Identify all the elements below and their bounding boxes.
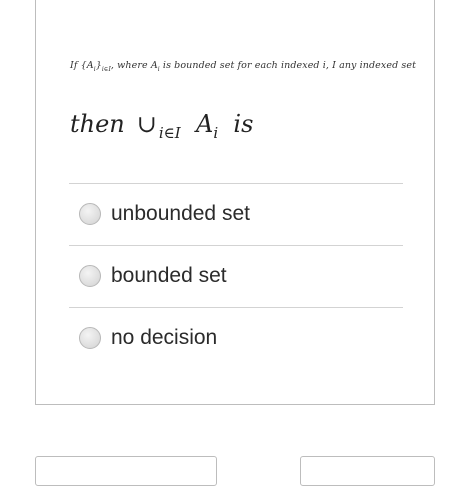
question-text-line1: If {Ai}i∈I, where Ai is bounded set for … [70, 60, 416, 73]
union-subscript: i∈I [158, 123, 181, 142]
q2-set-a-sub: i [213, 123, 219, 142]
question-card: If {Ai}i∈I, where Ai is bounded set for … [35, 0, 435, 405]
radio-button[interactable] [79, 327, 101, 349]
q2-set-a: A [195, 110, 214, 138]
radio-button[interactable] [79, 203, 101, 225]
radio-button[interactable] [79, 265, 101, 287]
divider [69, 183, 403, 184]
option-bounded-set[interactable]: bounded set [79, 260, 227, 292]
next-button[interactable] [300, 456, 435, 486]
q1-part-a: If {A [70, 60, 94, 71]
divider [69, 245, 403, 246]
union-symbol: ∪ [136, 110, 157, 138]
option-label: no decision [111, 326, 218, 349]
option-no-decision[interactable]: no decision [79, 322, 217, 354]
q1-sub-b: i∈I [101, 65, 111, 73]
option-label: bounded set [111, 264, 227, 287]
previous-button[interactable] [35, 456, 217, 486]
question-text-line2: then ∪ i∈I Ai is [70, 110, 253, 142]
divider [69, 307, 403, 308]
option-unbounded-set[interactable]: unbounded set [79, 198, 250, 230]
q2-is: is [233, 110, 254, 138]
q2-then: then [70, 110, 125, 138]
option-label: unbounded set [111, 202, 250, 225]
q1-part-c: , where A [110, 60, 158, 71]
q1-part-d: is bounded set for each indexed i, I any… [159, 60, 416, 71]
